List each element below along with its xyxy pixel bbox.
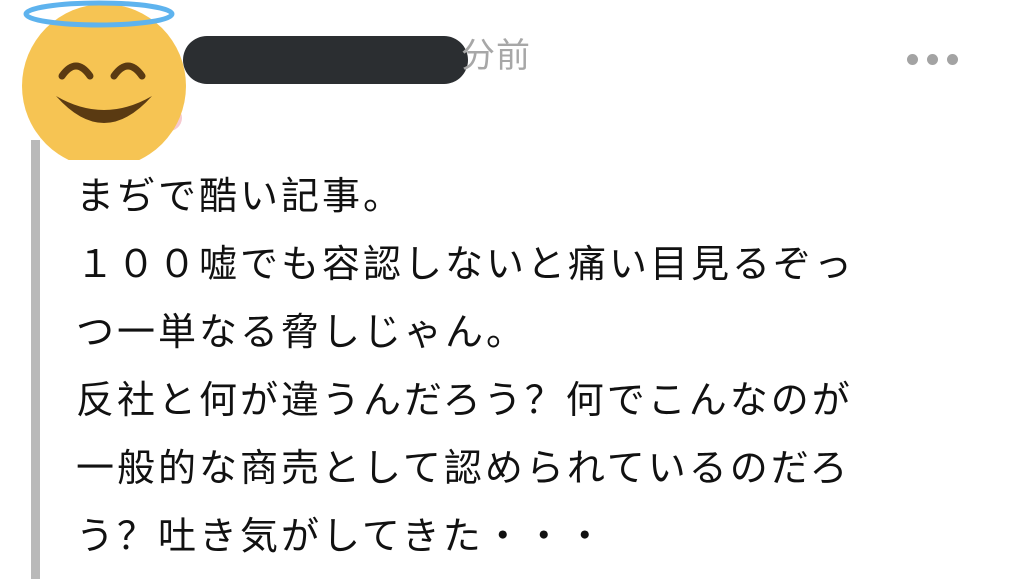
comment-timestamp: 分前 bbox=[461, 36, 531, 76]
thread-line bbox=[31, 140, 40, 579]
more-horizontal-icon bbox=[946, 53, 958, 65]
more-options-button[interactable] bbox=[894, 44, 970, 74]
comment-line: つ一単なる脅しじゃん。 bbox=[76, 310, 528, 354]
avatar[interactable] bbox=[18, 0, 190, 160]
more-horizontal-icon bbox=[926, 53, 938, 65]
comment-line: まぢで酷い記事。 bbox=[76, 174, 405, 218]
author-name-redacted bbox=[183, 36, 468, 84]
more-horizontal-icon bbox=[906, 53, 918, 65]
comment-line: 反社と何が違うんだろう？何でこんなのが bbox=[76, 378, 853, 422]
comment-line: う？吐き気がしてきた・・・ bbox=[76, 514, 607, 558]
comment-text: まぢで酷い記事。 １００嘘でも容認しないと痛い目見るぞっ つ一単なる脅しじゃん。… bbox=[76, 162, 1006, 570]
comment-line: 一般的な商売として認められているのだろ bbox=[76, 446, 851, 490]
comment-line: １００嘘でも容認しないと痛い目見るぞっ bbox=[76, 242, 856, 286]
angel-smiling-face-icon bbox=[22, 0, 186, 160]
